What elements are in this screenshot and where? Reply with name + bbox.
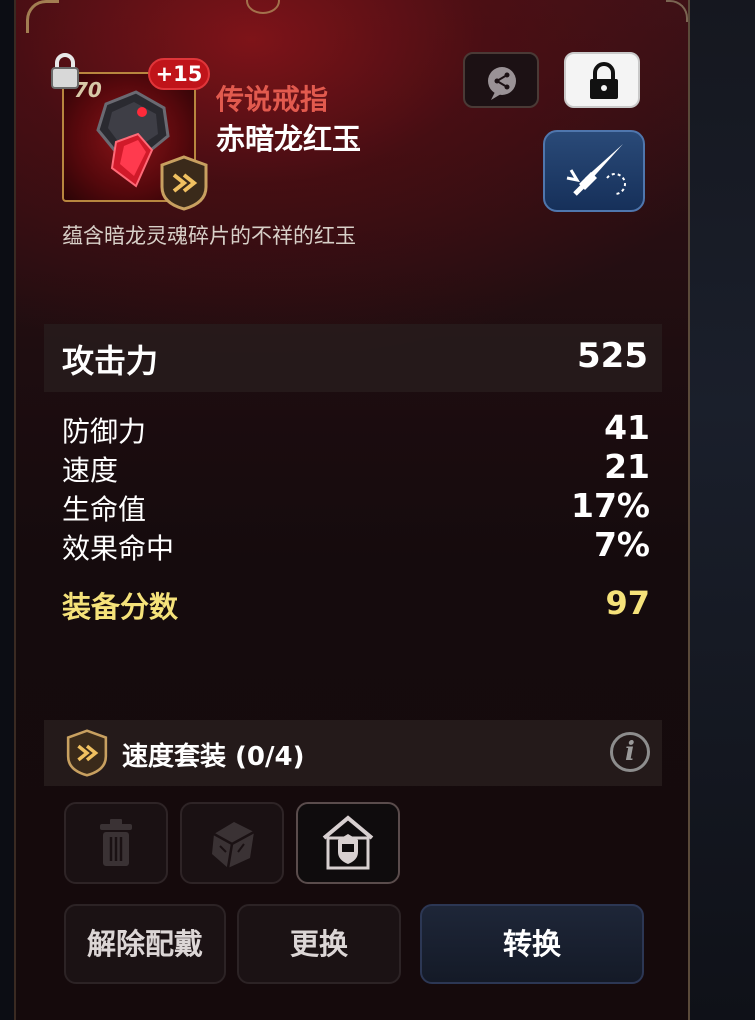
main-stat-value: 525 <box>577 336 648 376</box>
item-name: 赤暗龙红玉 <box>216 122 362 156</box>
main-stat-label: 攻击力 <box>62 342 159 380</box>
info-icon[interactable]: i <box>610 732 650 772</box>
change-button[interactable]: 更换 <box>237 904 401 984</box>
sub-stat-value: 17% <box>571 486 650 525</box>
sub-stat-row: 效果命中 7% <box>62 525 650 566</box>
sub-stat-row: 速度 21 <box>62 447 650 488</box>
share-icon <box>488 67 516 100</box>
lock-icon <box>51 53 79 89</box>
gear-score-value: 97 <box>605 584 650 622</box>
extract-button[interactable] <box>180 802 284 884</box>
share-button[interactable] <box>463 52 539 108</box>
convert-button[interactable]: 转换 <box>420 904 644 984</box>
item-description: 蕴含暗龙灵魂碎片的不祥的红玉 <box>62 224 356 248</box>
trash-icon <box>100 819 132 866</box>
skill-button[interactable] <box>543 130 645 212</box>
sub-stat-row: 防御力 41 <box>62 408 650 449</box>
background-right <box>690 0 755 1020</box>
sub-stat-row: 生命值 17% <box>62 486 650 527</box>
item-rarity: 传说戒指 <box>216 83 329 116</box>
unequip-button[interactable]: 解除配戴 <box>64 904 226 984</box>
storage-button[interactable] <box>296 802 400 884</box>
panel-corner <box>666 0 688 22</box>
shield-house-icon <box>322 815 374 870</box>
set-bonus-label: 速度套装 (0/4) <box>122 742 305 772</box>
skill-sword-icon <box>566 144 626 196</box>
discard-button[interactable] <box>64 802 168 884</box>
set-bonus-bar: 速度套装 (0/4) i <box>44 720 662 786</box>
padlock-icon <box>590 62 618 99</box>
sub-stat-label: 防御力 <box>62 415 147 448</box>
gear-score-row: 装备分数 97 <box>62 584 650 624</box>
main-stat-row: 攻击力 525 <box>44 324 662 392</box>
sub-stat-label: 速度 <box>62 454 119 487</box>
top-ornament <box>246 0 280 14</box>
gear-score-label: 装备分数 <box>62 590 179 624</box>
cube-icon <box>212 822 255 869</box>
sub-stat-value: 21 <box>604 447 650 486</box>
lock-toggle-button[interactable] <box>564 52 640 108</box>
speed-set-icon <box>66 729 108 777</box>
corner-ornament <box>26 0 59 33</box>
sub-stat-value: 41 <box>604 408 650 447</box>
sub-stat-label: 生命值 <box>62 493 147 526</box>
sub-stats-list: 防御力 41 速度 21 生命值 17% 效果命中 7% <box>62 408 650 566</box>
enhance-badge: +15 <box>148 58 210 90</box>
sub-stat-label: 效果命中 <box>62 532 175 565</box>
sub-stat-value: 7% <box>593 525 650 564</box>
speed-set-icon <box>160 155 208 211</box>
